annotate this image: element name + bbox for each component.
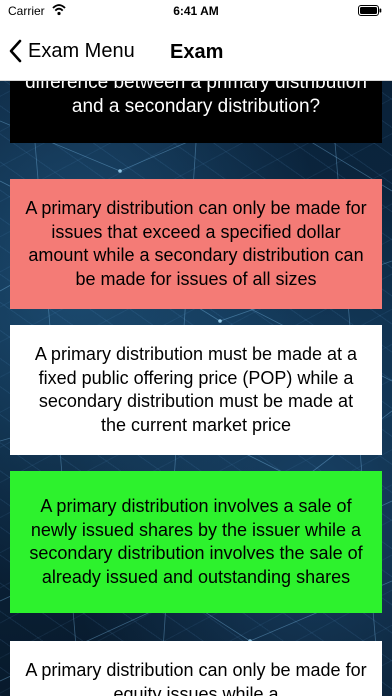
chevron-left-icon <box>9 39 22 63</box>
answer-option-2[interactable]: A primary distribution must be made at a… <box>10 325 382 455</box>
answer-3-text: A primary distribution involves a sale o… <box>29 496 363 587</box>
answer-option-4[interactable]: A primary distribution can only be made … <box>10 641 382 696</box>
battery-icon <box>358 5 382 16</box>
answer-option-3[interactable]: A primary distribution involves a sale o… <box>10 471 382 613</box>
question-text: difference between a primary distributio… <box>25 81 367 117</box>
answer-4-text: A primary distribution can only be made … <box>25 660 367 696</box>
answer-1-text: A primary distribution can only be made … <box>25 198 367 289</box>
answer-2-text: A primary distribution must be made at a… <box>34 344 358 435</box>
question-box: difference between a primary distributio… <box>10 81 382 143</box>
answer-option-1[interactable]: A primary distribution can only be made … <box>10 179 382 309</box>
exam-content[interactable]: difference between a primary distributio… <box>0 81 392 696</box>
back-button[interactable]: Exam Menu <box>6 34 135 68</box>
status-bar: Carrier 6:41 AM <box>0 0 392 22</box>
page-title: Exam <box>170 41 224 63</box>
navigation-bar: Exam Menu Exam <box>0 22 392 81</box>
status-time: 6:41 AM <box>173 4 219 18</box>
back-label: Exam Menu <box>28 39 135 62</box>
